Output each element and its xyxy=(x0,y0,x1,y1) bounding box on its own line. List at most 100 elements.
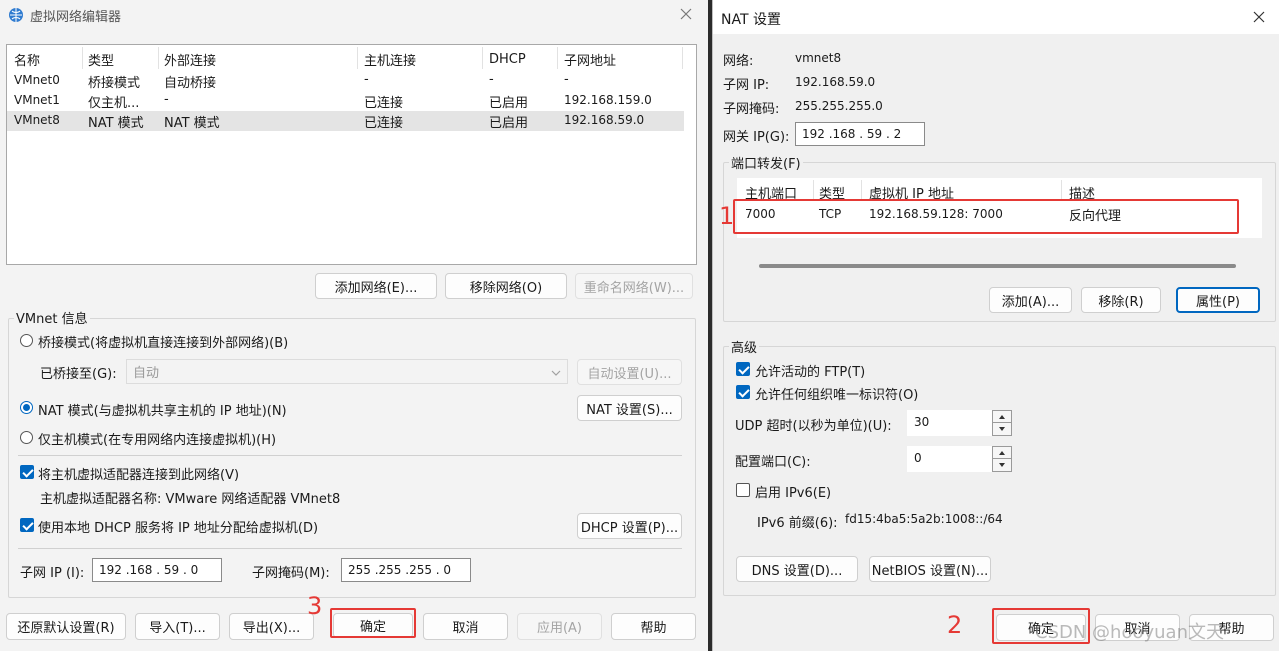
auto-settings-button[interactable]: 自动设置(U)... xyxy=(577,359,682,385)
window-title: NAT 设置 xyxy=(721,12,781,28)
subnet-mask-label: 子网掩码(M): xyxy=(252,566,330,581)
cell: 已启用 xyxy=(489,96,529,111)
cancel-button[interactable]: 取消 xyxy=(423,613,508,640)
import-button[interactable]: 导入(T)... xyxy=(135,613,220,640)
nat-mode-radio[interactable] xyxy=(20,401,33,414)
help-button[interactable]: 帮助 xyxy=(611,613,696,640)
allow-ftp-checkbox[interactable] xyxy=(736,362,750,376)
network-label: 网络: xyxy=(723,54,754,69)
cell: 仅主机... xyxy=(88,96,140,111)
divider xyxy=(18,548,682,549)
cell: VMnet8 xyxy=(14,113,60,127)
nat-mode-label[interactable]: NAT 模式(与虚拟机共享主机的 IP 地址)(N) xyxy=(38,400,287,419)
col-name[interactable]: 名称 xyxy=(14,50,40,69)
col-external[interactable]: 外部连接 xyxy=(164,50,216,69)
app-icon xyxy=(8,7,24,23)
cell: NAT 模式 xyxy=(88,116,144,131)
enable-ipv6-checkbox[interactable] xyxy=(736,483,750,497)
subnet-ip-label: 子网 IP (I): xyxy=(20,566,85,581)
bridge-mode-label[interactable]: 桥接模式(将虚拟机直接连接到外部网络)(B) xyxy=(38,332,288,351)
horizontal-scrollbar[interactable] xyxy=(759,264,1236,268)
network-value: vmnet8 xyxy=(795,51,842,65)
annotation-1: 1 xyxy=(719,202,735,230)
col-divider xyxy=(861,180,862,200)
cell: - xyxy=(364,72,369,87)
export-button[interactable]: 导出(X)... xyxy=(229,613,314,640)
col-type[interactable]: 类型 xyxy=(88,50,114,69)
config-port-spinner[interactable] xyxy=(992,446,1012,472)
watermark: CSDN @hooyuan文天 xyxy=(1035,622,1224,643)
table-row[interactable]: VMnet1 仅主机... - 已连接 已启用 192.168.159.0 xyxy=(7,91,696,111)
highlight-box-port-forward-row xyxy=(733,199,1239,234)
col-divider xyxy=(82,47,83,69)
subnet-mask-label: 子网掩码: xyxy=(723,102,780,117)
spin-down-icon[interactable] xyxy=(993,423,1011,435)
window-title: 虚拟网络编辑器 xyxy=(30,10,122,25)
col-host[interactable]: 主机连接 xyxy=(364,50,416,69)
allow-ftp-label[interactable]: 允许活动的 FTP(T) xyxy=(755,361,865,380)
udp-timeout-label: UDP 超时(以秒为单位)(U): xyxy=(735,419,892,434)
cell: - xyxy=(564,72,569,87)
col-divider xyxy=(482,47,483,69)
cell: 桥接模式 xyxy=(88,76,141,91)
host-only-label[interactable]: 仅主机模式(在专用网络内连接虚拟机)(H) xyxy=(38,429,276,448)
allow-oui-label[interactable]: 允许任何组织唯一标识符(O) xyxy=(755,384,918,403)
subnet-ip-field[interactable]: 192 .168 . 59 . 0 xyxy=(92,558,222,582)
bridged-to-label: 已桥接至(G): xyxy=(40,367,117,382)
nat-settings-window: NAT 设置 网络: vmnet8 子网 IP: 192.168.59.0 子网… xyxy=(712,0,1279,651)
add-network-button[interactable]: 添加网络(E)... xyxy=(315,273,437,299)
cell: 192.168.159.0 xyxy=(564,93,652,107)
ipv6-prefix-value: fd15:4ba5:5a2b:1008::/64 xyxy=(845,512,1003,526)
config-port-value: 0 xyxy=(914,451,922,465)
restore-defaults-button[interactable]: 还原默认设置(R) xyxy=(6,613,126,640)
enable-ipv6-label[interactable]: 启用 IPv6(E) xyxy=(755,482,831,501)
spin-up-icon[interactable] xyxy=(993,447,1011,459)
ipv6-prefix-label: IPv6 前缀(6): xyxy=(757,516,838,531)
cell: 已启用 xyxy=(489,116,529,131)
vmnet-info-label: VMnet 信息 xyxy=(14,308,90,327)
connect-adapter-label[interactable]: 将主机虚拟适配器连接到此网络(V) xyxy=(38,464,239,483)
network-table: 名称 类型 外部连接 主机连接 DHCP 子网地址 VMnet0 桥接模式 自动… xyxy=(6,44,697,265)
col-dhcp[interactable]: DHCP xyxy=(489,52,526,67)
subnet-mask-value: 255.255.255.0 xyxy=(795,99,883,113)
subnet-mask-field[interactable]: 255 .255 .255 . 0 xyxy=(341,558,471,582)
spin-up-icon[interactable] xyxy=(993,411,1011,423)
annotation-2: 2 xyxy=(947,611,963,639)
add-button[interactable]: 添加(A)... xyxy=(989,287,1072,313)
annotation-3: 3 xyxy=(307,592,323,620)
use-dhcp-checkbox[interactable] xyxy=(20,518,34,532)
col-divider xyxy=(682,47,683,69)
properties-button[interactable]: 属性(P) xyxy=(1176,287,1260,313)
subnet-ip-value: 192.168.59.0 xyxy=(795,75,876,89)
use-dhcp-label[interactable]: 使用本地 DHCP 服务将 IP 地址分配给虚拟机(D) xyxy=(38,517,318,536)
apply-button[interactable]: 应用(A) xyxy=(517,613,602,640)
table-row[interactable]: VMnet0 桥接模式 自动桥接 - - - xyxy=(7,71,696,91)
table-row-selected[interactable]: VMnet8 NAT 模式 NAT 模式 已连接 已启用 192.168.59.… xyxy=(7,111,684,131)
close-icon[interactable] xyxy=(676,4,696,24)
bridged-to-select[interactable]: 自动 xyxy=(126,359,568,384)
divider xyxy=(18,455,682,456)
col-divider xyxy=(1061,180,1062,200)
remove-button[interactable]: 移除(R) xyxy=(1081,287,1161,313)
col-subnet[interactable]: 子网地址 xyxy=(564,50,616,69)
dns-settings-button[interactable]: DNS 设置(D)... xyxy=(736,556,858,582)
connect-adapter-checkbox[interactable] xyxy=(20,465,34,479)
col-divider xyxy=(557,47,558,69)
cell: VMnet0 xyxy=(14,73,60,87)
bridge-mode-radio[interactable] xyxy=(20,334,33,347)
cell: - xyxy=(489,72,494,87)
subnet-ip-label: 子网 IP: xyxy=(723,78,770,93)
udp-timeout-spinner[interactable] xyxy=(992,410,1012,436)
host-only-radio[interactable] xyxy=(20,431,33,444)
title-bar: 虚拟网络编辑器 xyxy=(0,0,708,30)
netbios-settings-button[interactable]: NetBIOS 设置(N)... xyxy=(869,556,991,582)
rename-network-button[interactable]: 重命名网络(W)... xyxy=(575,273,693,299)
cell: 已连接 xyxy=(364,96,404,111)
nat-settings-button[interactable]: NAT 设置(S)... xyxy=(577,395,682,421)
dhcp-settings-button[interactable]: DHCP 设置(P)... xyxy=(577,513,682,539)
allow-oui-checkbox[interactable] xyxy=(736,385,750,399)
spin-down-icon[interactable] xyxy=(993,459,1011,471)
gateway-ip-field[interactable]: 192 .168 . 59 . 2 xyxy=(795,122,925,146)
close-icon[interactable] xyxy=(1250,8,1268,26)
remove-network-button[interactable]: 移除网络(O) xyxy=(445,273,567,299)
